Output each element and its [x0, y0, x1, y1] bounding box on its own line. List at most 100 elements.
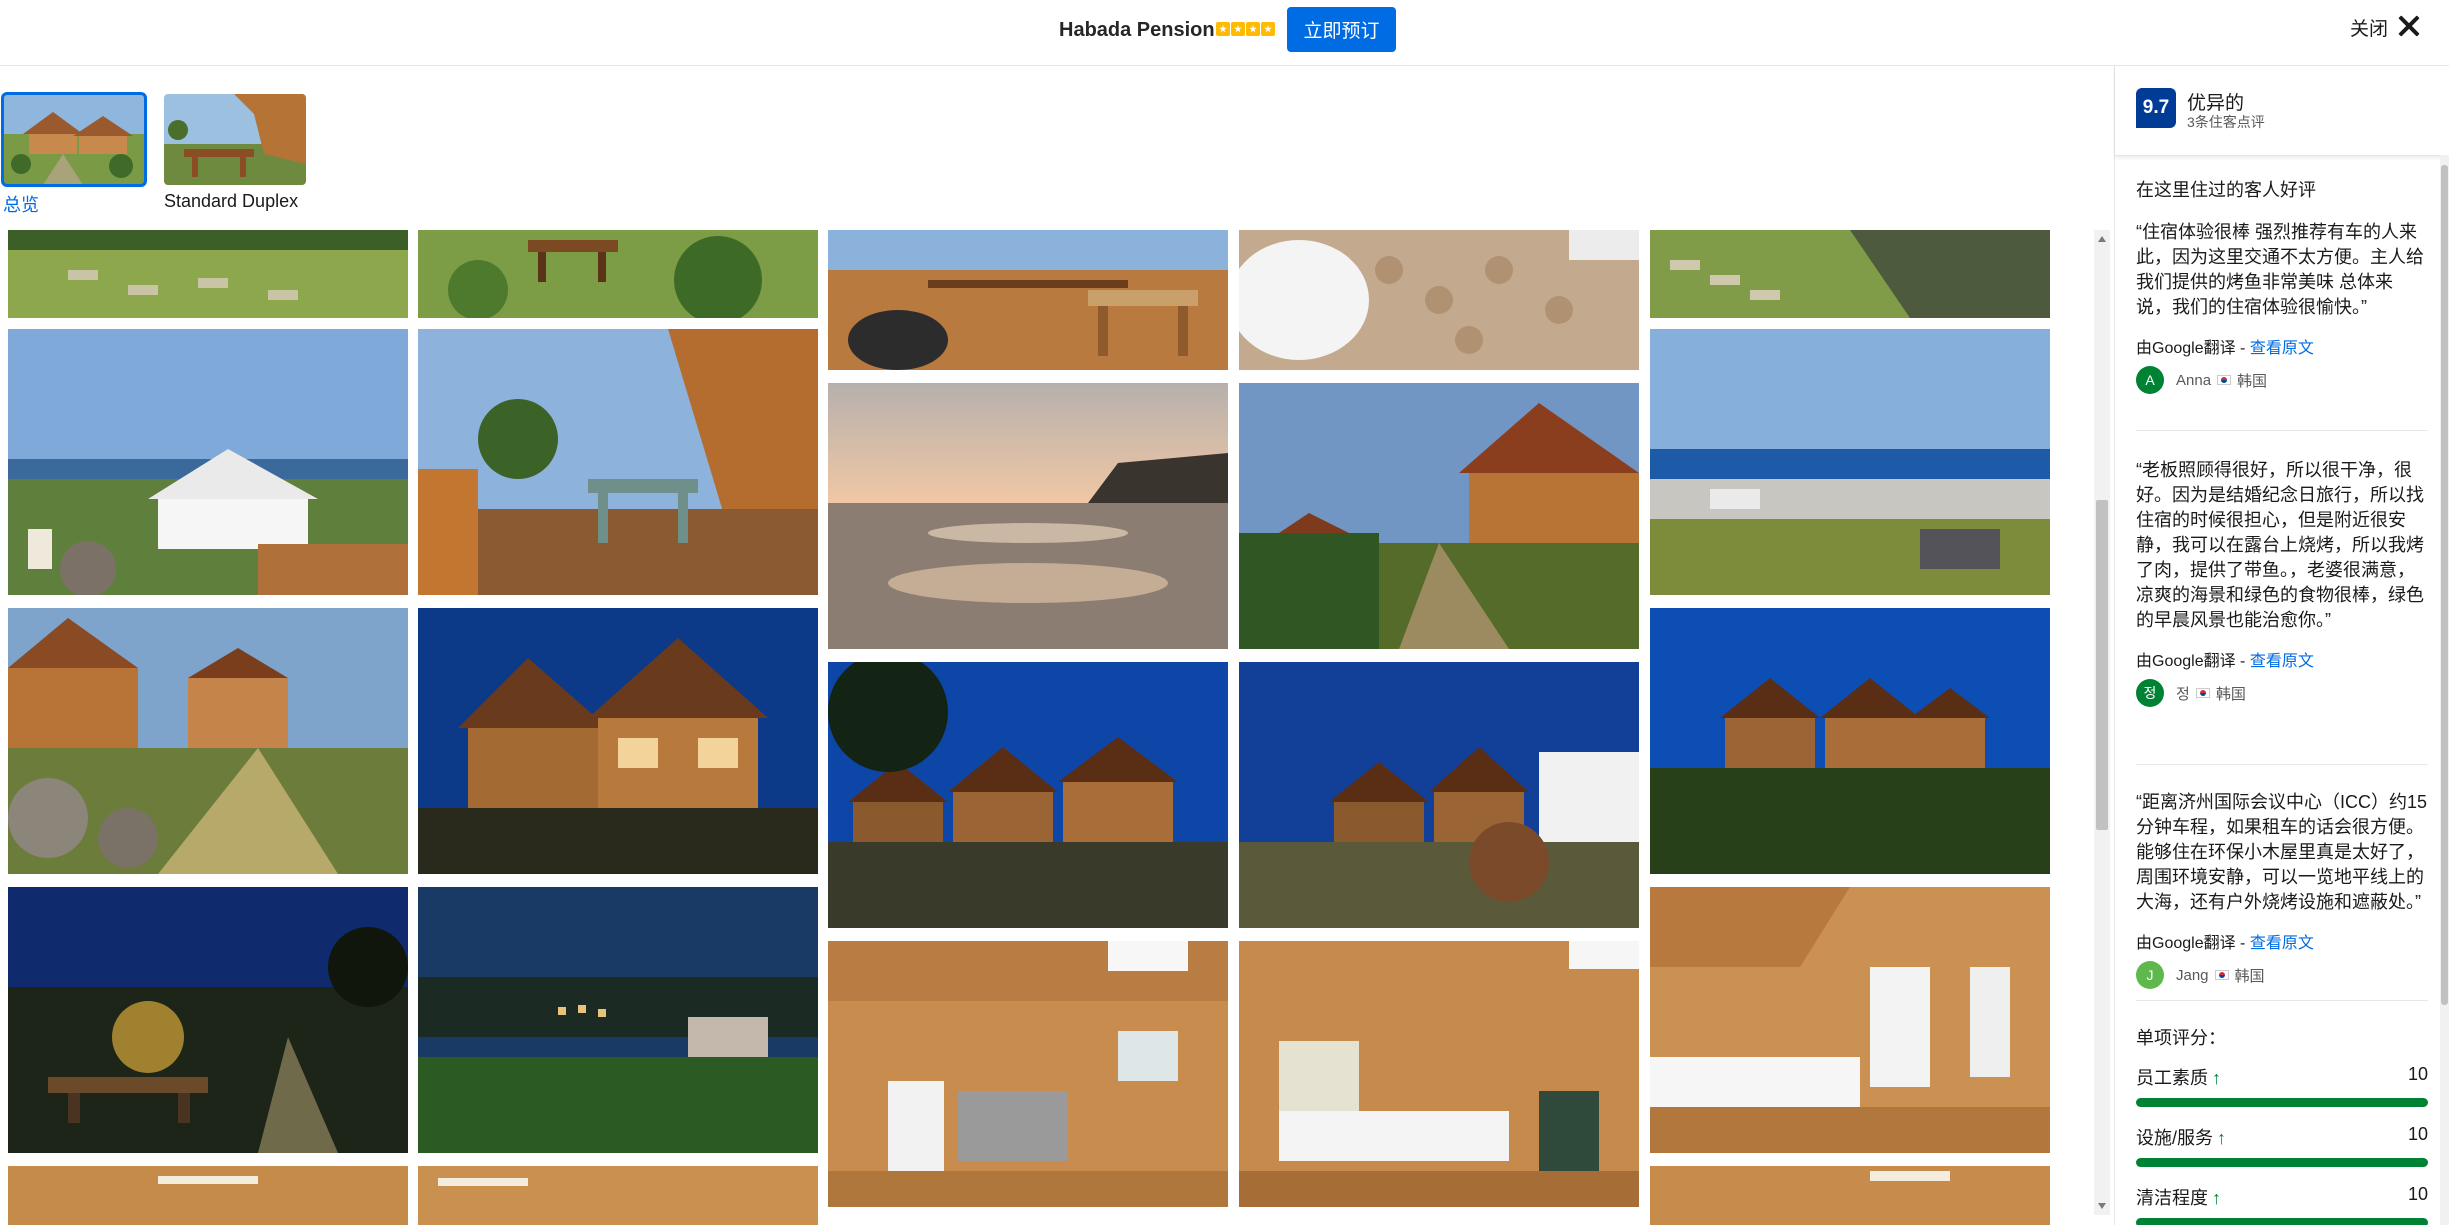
photo-tile[interactable]	[418, 230, 818, 318]
avatar: A	[2136, 366, 2164, 394]
author-country: 韩国	[2237, 372, 2268, 390]
category-label[interactable]: Standard Duplex	[164, 191, 306, 212]
photo-tile[interactable]	[828, 383, 1228, 649]
author-name: Anna	[2176, 371, 2212, 389]
reviews-sidebar: 9.7 优异的 3条住客点评 在这里住过的客人好评 “住宿体验很棒 强烈推荐有车…	[2114, 66, 2449, 1225]
photo-tile[interactable]	[8, 230, 408, 318]
review-quote: “老板照顾得很好，所以很干净，很好。因为是结婚纪念日旅行，所以找住宿的时候很担心…	[2136, 460, 2424, 630]
photo-gallery	[0, 230, 2090, 1225]
photo-tile[interactable]	[1650, 608, 2050, 874]
author-country: 韩国	[2234, 967, 2265, 985]
photo-tile[interactable]	[418, 608, 818, 874]
subscore-bar	[2136, 1158, 2428, 1167]
photo-tile[interactable]	[828, 941, 1228, 1207]
book-now-button[interactable]: 立即预订	[1287, 7, 1396, 52]
photo-tile[interactable]	[8, 1166, 408, 1225]
review-quote: “距离济州国际会议中心（ICC）约15分钟车程，如果租车的话会很方便。能够住在环…	[2136, 792, 2428, 912]
translation-note: 由Google翻译 - 查看原文	[2136, 647, 2428, 671]
photo-tile[interactable]	[1650, 1166, 2050, 1225]
photo-tile[interactable]	[1650, 230, 2050, 318]
photo-tile[interactable]	[8, 887, 408, 1153]
photo-tile[interactable]	[828, 230, 1228, 370]
divider	[2136, 1000, 2428, 1001]
author-country: 韩国	[2215, 685, 2246, 703]
translated-by: 由Google翻译 -	[2136, 340, 2250, 357]
show-original-link[interactable]: 查看原文	[2250, 935, 2314, 952]
subscores-title: 单项评分：	[2136, 1028, 2226, 1048]
sidebar-body: 在这里住过的客人好评 “住宿体验很棒 强烈推荐有车的人来此，因为这里交通不太方便…	[2115, 158, 2449, 1225]
photo-tile[interactable]	[1650, 329, 2050, 595]
photo-tile[interactable]	[418, 1166, 818, 1225]
subscore-facilities: 设施/服务 ↑ 10	[2136, 1124, 2428, 1167]
hotel-name: Habada Pension	[1059, 19, 1215, 41]
flag-korea-icon	[2195, 688, 2210, 698]
review-item: “住宿体验很棒 强烈推荐有车的人来此，因为这里交通不太方便。主人给我们提供的烤鱼…	[2136, 220, 2428, 394]
photo-tile[interactable]	[1239, 662, 1639, 928]
avatar: J	[2136, 961, 2164, 989]
scrollbar-thumb[interactable]	[2096, 500, 2108, 830]
review-quote: “住宿体验很棒 强烈推荐有车的人来此，因为这里交通不太方便。主人给我们提供的烤鱼…	[2136, 222, 2424, 317]
review-author: A Anna 韩国	[2136, 366, 2428, 394]
category-thumbnail[interactable]	[1, 92, 147, 187]
close-label[interactable]: 关闭	[2350, 14, 2388, 41]
gallery-scrollbar[interactable]	[2094, 230, 2110, 1215]
star-icon	[1246, 22, 1260, 36]
author-name: Jang	[2176, 966, 2209, 984]
photo-tile[interactable]	[8, 329, 408, 595]
down-arrow-icon[interactable]	[2098, 1203, 2106, 1209]
review-count[interactable]: 3条住客点评	[2187, 112, 2265, 132]
top-bar: Habada Pension 立即预订 关闭	[0, 0, 2449, 66]
subscore-label: 清洁程度	[2136, 1188, 2208, 1208]
photo-tile[interactable]	[1650, 887, 2050, 1153]
subscore-label: 设施/服务	[2136, 1128, 2214, 1148]
score-word: 优异的	[2187, 93, 2245, 114]
category-overview[interactable]: 总览	[1, 92, 147, 217]
translation-note: 由Google翻译 - 查看原文	[2136, 929, 2428, 953]
category-thumbnail[interactable]	[164, 94, 306, 185]
up-arrow-icon: ↑	[2217, 1128, 2227, 1148]
sidebar-scrollbar[interactable]	[2440, 155, 2449, 1225]
reviews-title: 在这里住过的客人好评	[2136, 180, 2316, 200]
translated-by: 由Google翻译 -	[2136, 935, 2250, 952]
photo-tile[interactable]	[418, 887, 818, 1153]
translation-note: 由Google翻译 - 查看原文	[2136, 334, 2428, 358]
subscore-cleanliness: 清洁程度 ↑ 10	[2136, 1184, 2428, 1225]
subscore-value: 10	[2407, 1184, 2428, 1204]
divider	[2136, 430, 2428, 431]
photo-tile[interactable]	[418, 329, 818, 595]
category-label[interactable]: 总览	[3, 191, 145, 217]
author-name: 정	[2176, 685, 2190, 703]
show-original-link[interactable]: 查看原文	[2250, 653, 2314, 670]
scrollbar-thumb[interactable]	[2441, 165, 2448, 1005]
flag-korea-icon	[2217, 375, 2232, 385]
star-icon	[1231, 22, 1245, 36]
avatar: 정	[2136, 679, 2164, 707]
photo-tile[interactable]	[1239, 941, 1639, 1207]
score-badge: 9.7	[2136, 88, 2176, 128]
photo-tile[interactable]	[1239, 230, 1639, 370]
subscore-value: 10	[2407, 1124, 2428, 1144]
show-original-link[interactable]: 查看原文	[2250, 340, 2314, 357]
subscore-value: 10	[2407, 1064, 2428, 1084]
review-author: 정 정 韩国	[2136, 679, 2428, 707]
up-arrow-icon: ↑	[2212, 1068, 2221, 1088]
star-rating	[1216, 22, 1275, 36]
photo-tile[interactable]	[828, 662, 1228, 928]
photo-tile[interactable]	[1239, 383, 1639, 649]
subscore-label: 员工素质	[2136, 1068, 2208, 1088]
close-icon[interactable]	[2395, 12, 2423, 40]
review-item: “距离济州国际会议中心（ICC）约15分钟车程，如果租车的话会很方便。能够住在环…	[2136, 790, 2428, 989]
score-header: 9.7 优异的 3条住客点评	[2115, 66, 2449, 156]
star-icon	[1216, 22, 1230, 36]
divider	[2136, 764, 2428, 765]
up-arrow-icon: ↑	[2212, 1188, 2221, 1208]
translated-by: 由Google翻译 -	[2136, 653, 2250, 670]
flag-korea-icon	[2214, 970, 2229, 980]
up-arrow-icon[interactable]	[2098, 236, 2106, 242]
review-author: J Jang 韩国	[2136, 961, 2428, 989]
subscore-bar	[2136, 1098, 2428, 1107]
category-standard-duplex[interactable]: Standard Duplex	[164, 94, 306, 212]
review-item: “老板照顾得很好，所以很干净，很好。因为是结婚纪念日旅行，所以找住宿的时候很担心…	[2136, 458, 2428, 707]
subscore-bar	[2136, 1218, 2428, 1225]
photo-tile[interactable]	[8, 608, 408, 874]
